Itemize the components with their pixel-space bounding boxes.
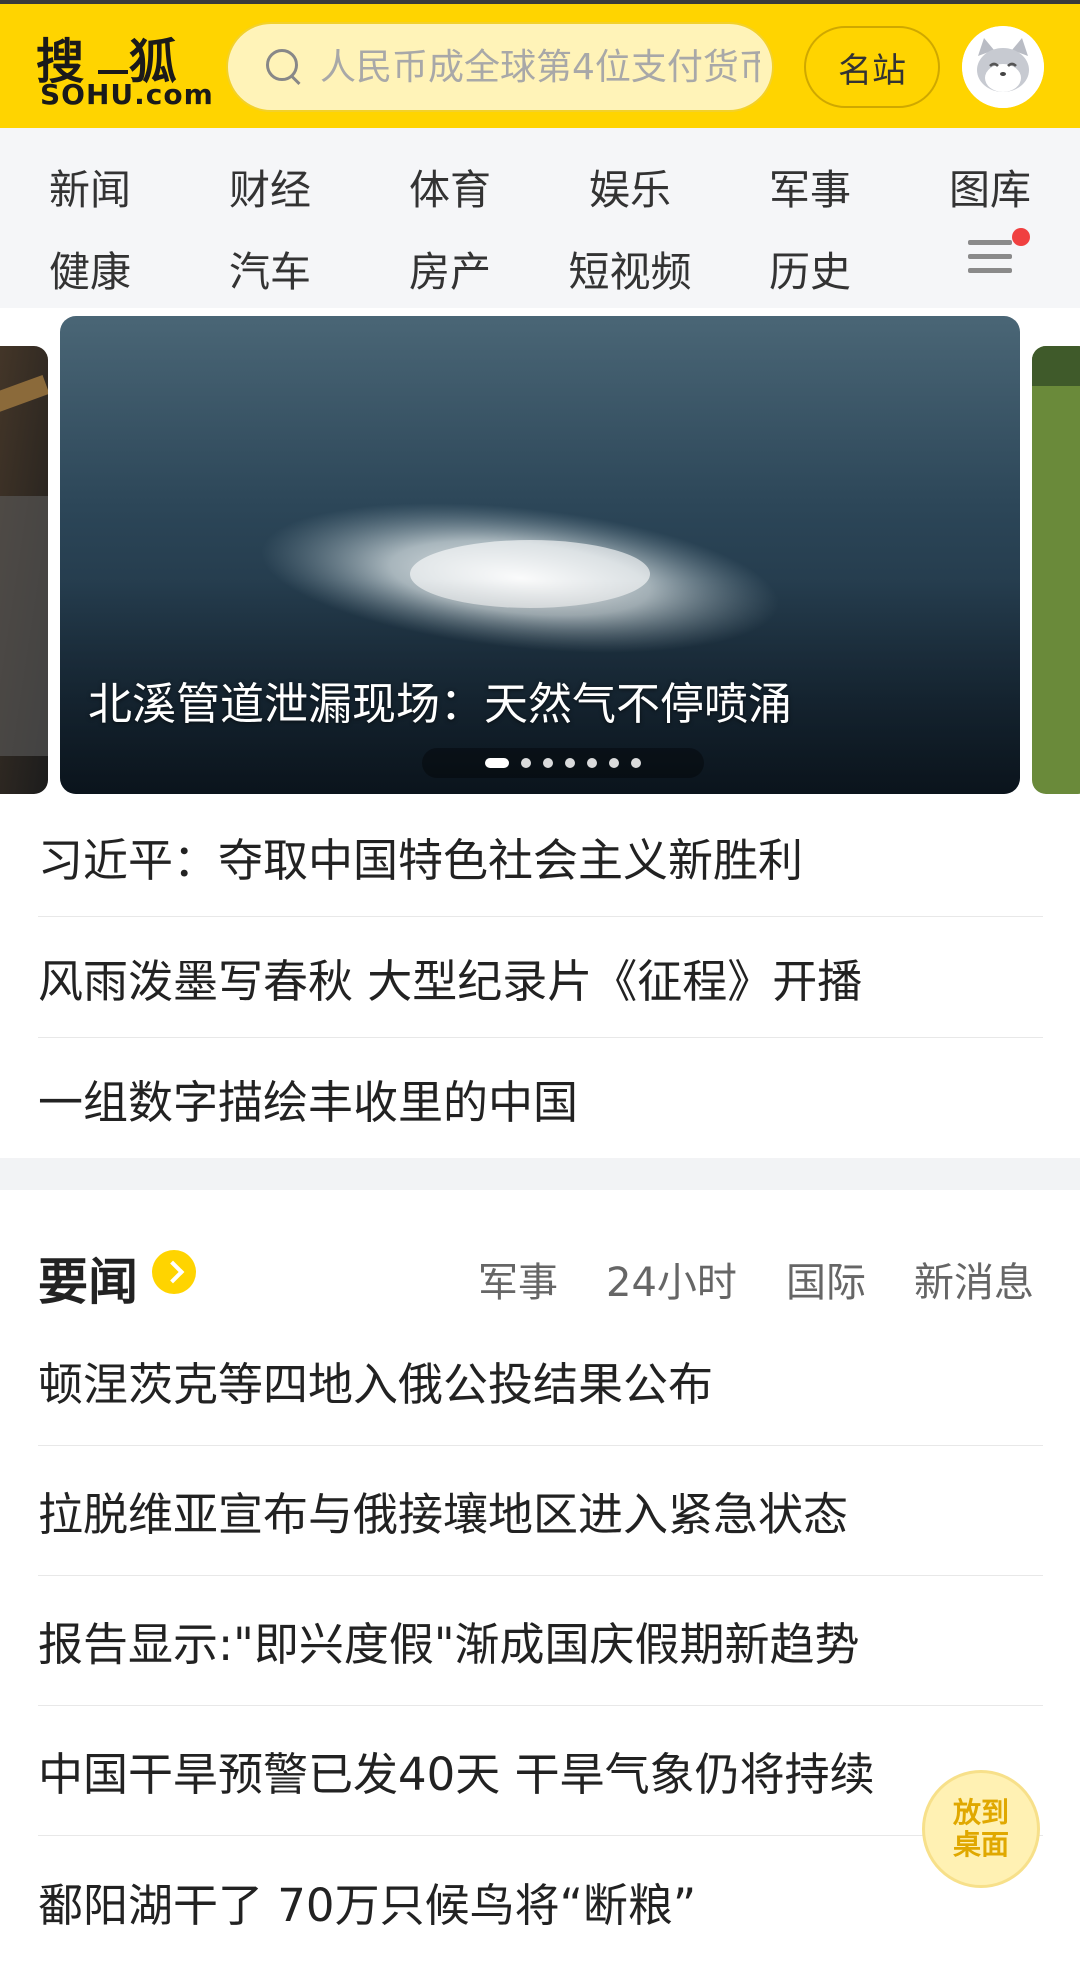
nav-item-auto[interactable]: 汽车 bbox=[200, 238, 340, 298]
headline-item[interactable]: 一组数字描绘丰收里的中国 bbox=[38, 1038, 1043, 1159]
carousel-next-image[interactable] bbox=[1032, 346, 1080, 794]
carousel-prev-image[interactable] bbox=[0, 346, 48, 794]
chevron-right-icon[interactable] bbox=[152, 1250, 196, 1294]
sohu-logo[interactable]: 搜 狐 SOHU.com bbox=[36, 22, 213, 112]
image-carousel[interactable]: 北溪管道泄漏现场：天然气不停喷涌 bbox=[0, 316, 1080, 796]
search-icon[interactable] bbox=[264, 47, 304, 87]
mingzhan-label: 名站 bbox=[838, 50, 906, 91]
news-list: 顿涅茨克等四地入俄公投结果公布 拉脱维亚宣布与俄接壤地区进入紧急状态 报告显示:… bbox=[38, 1316, 1043, 1966]
logo-underline bbox=[98, 70, 128, 74]
nav-item-history[interactable]: 历史 bbox=[740, 238, 880, 298]
news-item[interactable]: 鄱阳湖干了 70万只候鸟将“断粮” bbox=[38, 1836, 1043, 1966]
pagination-dot-active[interactable] bbox=[485, 758, 509, 768]
prev-slide-thumbnail bbox=[0, 346, 48, 794]
nav-item-news[interactable]: 新闻 bbox=[20, 156, 160, 216]
category-nav: 新闻 财经 体育 娱乐 军事 图库 健康 汽车 房产 短视频 历史 bbox=[0, 128, 1080, 308]
add-to-desktop-label-1: 放到 bbox=[952, 1796, 1009, 1829]
section-title[interactable]: 要闻 bbox=[38, 1242, 138, 1314]
nav-item-military[interactable]: 军事 bbox=[740, 156, 880, 216]
top-bar: 搜 狐 SOHU.com 名站 bbox=[0, 0, 1080, 128]
pagination-dot[interactable] bbox=[543, 758, 553, 768]
top-headlines: 习近平：夺取中国特色社会主义新胜利 风雨泼墨写春秋 大型纪录片《征程》开播 一组… bbox=[38, 796, 1043, 1159]
nav-item-gallery[interactable]: 图库 bbox=[920, 156, 1060, 216]
logo-english: SOHU.com bbox=[40, 78, 214, 111]
news-item[interactable]: 报告显示:"即兴度假"渐成国庆假期新趋势 bbox=[38, 1576, 1043, 1706]
section-tab-latest[interactable]: 新消息 bbox=[914, 1250, 1034, 1308]
section-divider bbox=[0, 1158, 1080, 1190]
section-tab-international[interactable]: 国际 bbox=[786, 1250, 866, 1308]
mingzhan-button[interactable]: 名站 bbox=[804, 26, 940, 108]
search-input[interactable] bbox=[318, 45, 762, 89]
notification-dot bbox=[1012, 228, 1030, 246]
news-item[interactable]: 中国干旱预警已发40天 干旱气象仍将持续 bbox=[38, 1706, 1043, 1836]
avatar[interactable] bbox=[962, 26, 1044, 108]
nav-item-health[interactable]: 健康 bbox=[20, 238, 160, 298]
carousel-main-slide[interactable]: 北溪管道泄漏现场：天然气不停喷涌 bbox=[60, 316, 1020, 794]
search-box[interactable] bbox=[226, 22, 774, 112]
pagination-dot[interactable] bbox=[609, 758, 619, 768]
nav-item-sports[interactable]: 体育 bbox=[380, 156, 520, 216]
news-item[interactable]: 顿涅茨克等四地入俄公投结果公布 bbox=[38, 1316, 1043, 1446]
section-tab-24h[interactable]: 24小时 bbox=[606, 1250, 737, 1308]
carousel-caption: 北溪管道泄漏现场：天然气不停喷涌 bbox=[88, 679, 792, 730]
news-section-header: 要闻 军事 24小时 国际 新消息 bbox=[38, 1236, 1043, 1316]
headline-item[interactable]: 习近平：夺取中国特色社会主义新胜利 bbox=[38, 796, 1043, 917]
news-item[interactable]: 拉脱维亚宣布与俄接壤地区进入紧急状态 bbox=[38, 1446, 1043, 1576]
nav-item-entertainment[interactable]: 娱乐 bbox=[560, 156, 700, 216]
next-slide-thumbnail bbox=[1032, 346, 1080, 794]
fox-avatar-icon bbox=[962, 26, 1044, 108]
pagination-dot[interactable] bbox=[565, 758, 575, 768]
nav-item-house[interactable]: 房产 bbox=[380, 238, 520, 298]
section-tab-military[interactable]: 军事 bbox=[478, 1250, 558, 1308]
pagination-dot[interactable] bbox=[521, 758, 531, 768]
pagination-dot[interactable] bbox=[587, 758, 597, 768]
pagination-dot[interactable] bbox=[631, 758, 641, 768]
nav-item-short-video[interactable]: 短视频 bbox=[560, 238, 700, 298]
add-to-desktop-button[interactable]: 放到 桌面 bbox=[922, 1770, 1040, 1888]
carousel-pagination bbox=[422, 748, 704, 778]
hamburger-menu-icon[interactable] bbox=[968, 240, 1012, 274]
nav-item-finance[interactable]: 财经 bbox=[200, 156, 340, 216]
headline-item[interactable]: 风雨泼墨写春秋 大型纪录片《征程》开播 bbox=[38, 917, 1043, 1038]
add-to-desktop-label-2: 桌面 bbox=[952, 1828, 1009, 1861]
